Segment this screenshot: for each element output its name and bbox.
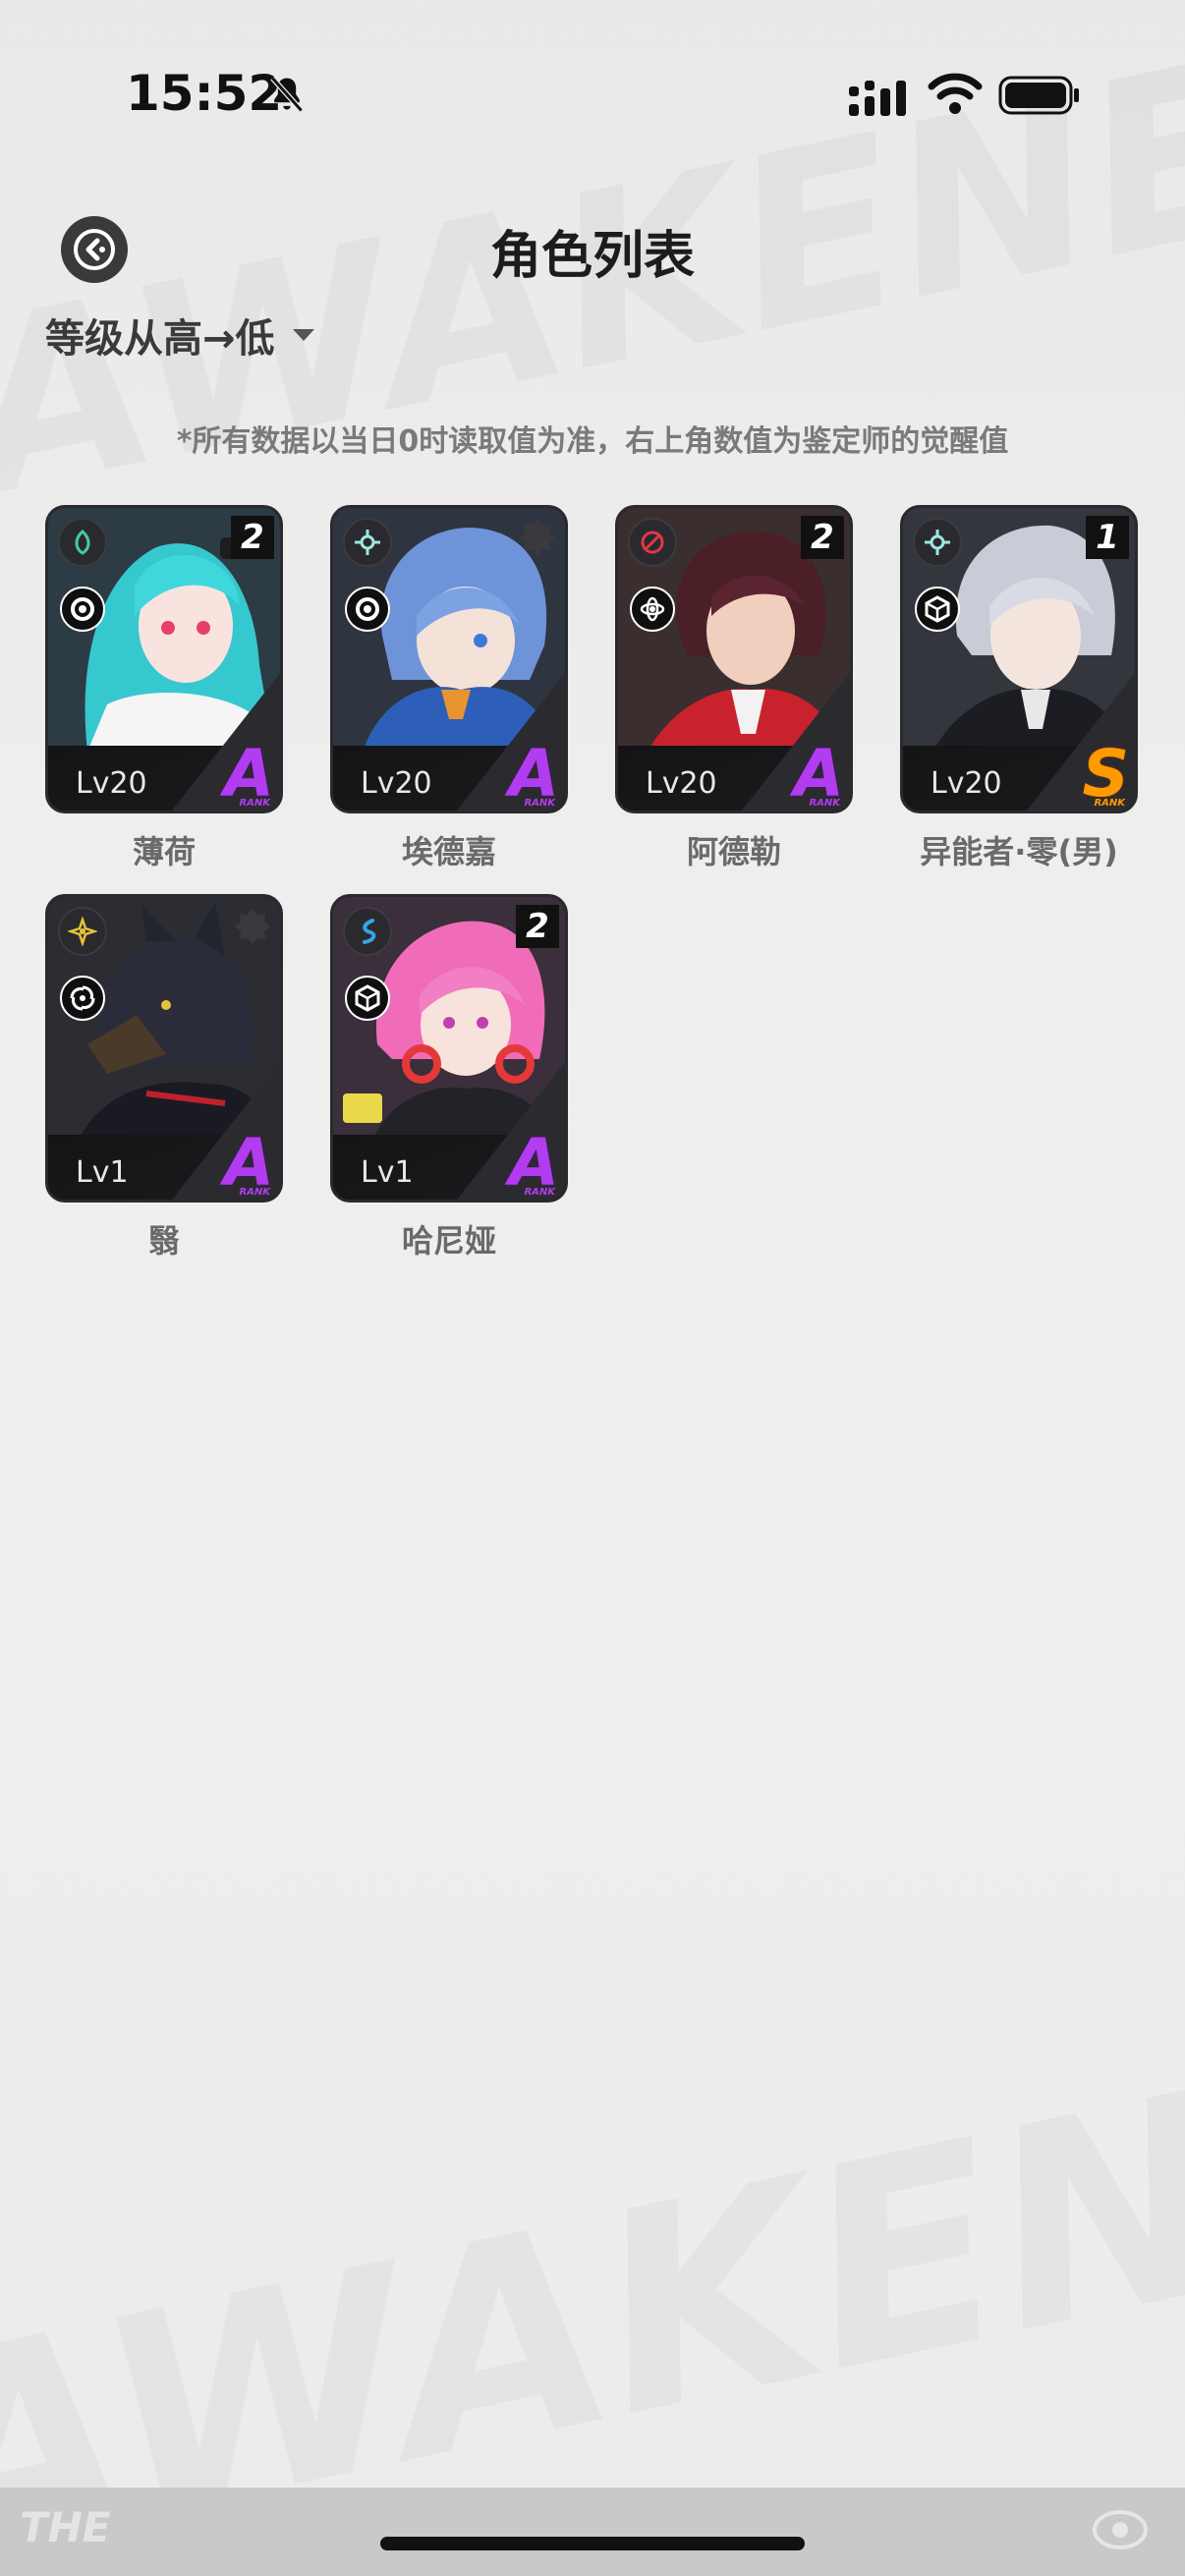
character-portrait-card[interactable]: 2 Lv1 A RANK <box>330 894 568 1203</box>
attribute-sun-icon <box>913 518 962 567</box>
level-text: Lv20 <box>931 766 1002 801</box>
level-text: Lv20 <box>76 766 147 801</box>
character-portrait-card[interactable]: 2 Lv20 A RANK <box>45 505 283 813</box>
battery-icon <box>998 76 1079 115</box>
attribute-water-icon <box>343 907 392 956</box>
level-text: Lv1 <box>76 1155 129 1190</box>
attribute-shuriken-icon <box>58 907 107 956</box>
character-portrait-card[interactable]: Lv20 A RANK <box>330 505 568 813</box>
role-spiral-icon <box>60 976 105 1021</box>
footer-logo: THE <box>20 2503 111 2551</box>
character-card[interactable]: 2 Lv20 A RANK 阿德勒 <box>615 505 853 872</box>
rank-caption: RANK <box>239 798 270 809</box>
awakening-empty-icon <box>520 520 555 555</box>
rank-caption: RANK <box>239 1187 270 1198</box>
cellular-signal-icon <box>849 81 906 116</box>
character-card[interactable]: Lv1 A RANK 翳 <box>45 894 283 1261</box>
role-atom-icon <box>630 587 675 632</box>
page-title: 角色列表 <box>489 227 695 286</box>
rank-caption: RANK <box>524 798 555 809</box>
attribute-sun-icon <box>343 518 392 567</box>
level-text: Lv20 <box>361 766 432 801</box>
awakening-value: 2 <box>231 516 274 559</box>
wifi-icon <box>928 73 983 114</box>
character-portrait-card[interactable]: 1 Lv20 S RANK <box>900 505 1138 813</box>
character-name: 薄荷 <box>132 833 196 870</box>
awakening-empty-icon <box>235 909 270 944</box>
character-portrait-card[interactable]: Lv1 A RANK <box>45 894 283 1203</box>
bell-muted-icon <box>270 76 304 113</box>
character-card[interactable]: 2 Lv20 A RANK 薄荷 <box>45 505 283 872</box>
character-card[interactable]: 1 Lv20 S RANK 异能者·零(男) <box>900 505 1138 872</box>
caret-down-icon <box>292 329 314 341</box>
character-name: 异能者·零(男) <box>920 833 1118 870</box>
character-card[interactable]: Lv20 A RANK 埃德嘉 <box>330 505 568 872</box>
character-name: 翳 <box>147 1222 180 1260</box>
role-cube-icon <box>345 976 390 1021</box>
level-text: Lv1 <box>361 1155 414 1190</box>
character-card[interactable]: 2 Lv1 A RANK 哈尼娅 <box>330 894 568 1261</box>
character-name: 埃德嘉 <box>401 833 496 870</box>
data-notice: *所有数据以当日0时读取值为准，右上角数值为鉴定师的觉醒值 <box>176 424 1009 459</box>
awakening-value: 1 <box>1086 516 1129 559</box>
attribute-target-icon <box>628 518 677 567</box>
character-name: 哈尼娅 <box>401 1222 496 1260</box>
character-name: 阿德勒 <box>686 833 781 870</box>
role-swirl-icon <box>345 587 390 632</box>
rank-caption: RANK <box>524 1187 555 1198</box>
eye-logo-icon <box>1093 2510 1148 2549</box>
awakening-value: 2 <box>801 516 844 559</box>
rank-caption: RANK <box>809 798 840 809</box>
home-indicator[interactable] <box>380 2537 805 2550</box>
level-text: Lv20 <box>646 766 717 801</box>
role-swirl-icon <box>60 587 105 632</box>
status-bar: 15:52 <box>0 0 1185 196</box>
attribute-leaf-icon <box>58 518 107 567</box>
awakening-value: 2 <box>516 905 559 948</box>
footer-bar: THE <box>0 2488 1185 2576</box>
character-portrait-card[interactable]: 2 Lv20 A RANK <box>615 505 853 813</box>
background-watermark: AWAKENESS TO EVE <box>0 1664 1185 2576</box>
status-time: 15:52 <box>126 65 283 122</box>
sort-dropdown[interactable]: 等级从高→低 <box>45 307 314 364</box>
role-cube-icon <box>915 587 960 632</box>
sort-label: 等级从高→低 <box>45 316 275 362</box>
rank-caption: RANK <box>1094 798 1125 809</box>
